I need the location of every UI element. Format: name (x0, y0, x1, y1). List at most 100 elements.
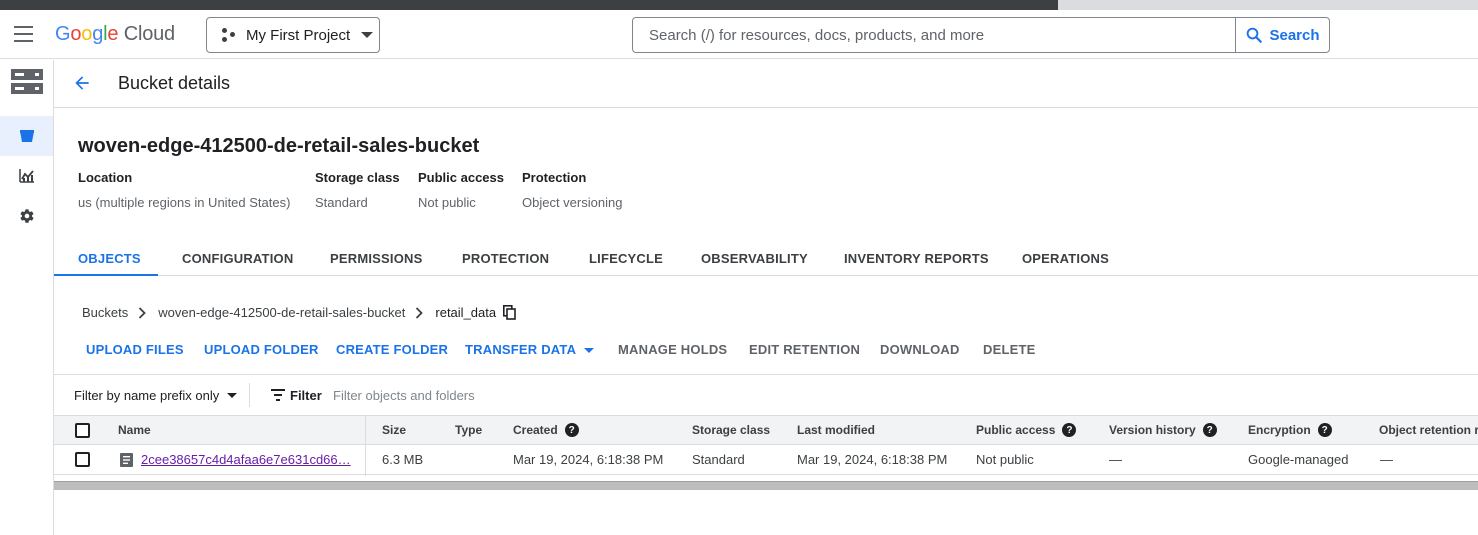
left-nav-rail (0, 60, 54, 535)
help-icon[interactable]: ? (1062, 423, 1077, 437)
col-last-modified[interactable]: Last modified (797, 423, 875, 437)
search-button[interactable]: Search (1235, 18, 1329, 52)
col-version-history[interactable]: Version history? (1109, 423, 1217, 437)
copy-icon[interactable] (503, 305, 516, 320)
help-icon[interactable]: ? (1317, 423, 1332, 437)
file-icon (120, 453, 133, 467)
filter-input[interactable]: Filter objects and folders (333, 388, 475, 403)
cell-size: 6.3 MB (382, 452, 424, 467)
chevron-down-icon (584, 348, 595, 354)
tab-configuration[interactable]: CONFIGURATION (182, 240, 293, 276)
chevron-down-icon (361, 32, 374, 38)
col-encryption[interactable]: Encryption? (1248, 423, 1332, 437)
cell-encryption: Google-managed (1248, 452, 1349, 467)
create-folder-button[interactable]: CREATE FOLDER (336, 342, 448, 357)
meta-value: Not public (418, 195, 476, 210)
project-icon (221, 27, 237, 43)
top-header: Google Cloud My First Project Search (/)… (0, 10, 1478, 59)
col-name[interactable]: Name (118, 423, 151, 437)
bucket-tabs: OBJECTS CONFIGURATION PERMISSIONS PROTEC… (54, 240, 1478, 276)
objects-table-header: Name Size Type Created? Storage class La… (54, 416, 1478, 476)
meta-key: Protection (522, 170, 587, 185)
cell-retention: — (1380, 452, 1393, 467)
download-button[interactable]: DOWNLOAD (880, 342, 960, 357)
browser-top-strip-light (1058, 0, 1478, 10)
logo-cloud-text: Cloud (123, 23, 175, 45)
search-icon (1247, 27, 1263, 43)
table-row: 2cee38657c4d4afaa6e7e631cd66… 6.3 MB Mar… (54, 445, 1478, 475)
chevron-right-icon (416, 306, 424, 319)
bucket-name-heading: woven-edge-412500-de-retail-sales-bucket (78, 135, 480, 157)
tab-operations[interactable]: OPERATIONS (1022, 240, 1109, 276)
search-bar: Search (/) for resources, docs, products… (632, 17, 1330, 53)
object-name-link[interactable]: 2cee38657c4d4afaa6e7e631cd66… (141, 452, 351, 467)
select-all-checkbox[interactable] (75, 423, 90, 438)
help-icon[interactable]: ? (564, 423, 579, 437)
browser-top-strip (0, 0, 1478, 10)
upload-files-button[interactable]: UPLOAD FILES (86, 342, 184, 357)
breadcrumb-buckets[interactable]: Buckets (82, 305, 128, 320)
row-checkbox[interactable] (75, 452, 90, 467)
buckets-nav-icon[interactable] (0, 116, 53, 156)
col-encryption-label: Encryption (1248, 423, 1311, 437)
transfer-data-button[interactable]: TRANSFER DATA (465, 342, 595, 357)
breadcrumb-bucket[interactable]: woven-edge-412500-de-retail-sales-bucket (158, 305, 405, 320)
main-menu-icon[interactable] (14, 26, 34, 42)
col-type[interactable]: Type (455, 423, 482, 437)
col-created-label: Created (513, 423, 558, 437)
breadcrumb: Buckets woven-edge-412500-de-retail-sale… (82, 305, 516, 320)
page-title: Bucket details (118, 73, 231, 93)
tab-protection[interactable]: PROTECTION (462, 240, 549, 276)
tab-lifecycle[interactable]: LIFECYCLE (589, 240, 663, 276)
col-object-retention[interactable]: Object retention re (1379, 423, 1478, 437)
meta-value: us (multiple regions in United States) (78, 195, 291, 210)
meta-public-access: Public access Not public (418, 170, 504, 210)
filter-mode-select[interactable]: Filter by name prefix only (74, 388, 238, 403)
chevron-right-icon (139, 306, 147, 319)
meta-value: Standard (315, 195, 368, 210)
monitoring-nav-icon[interactable] (0, 156, 53, 196)
cell-created: Mar 19, 2024, 6:18:38 PM (513, 452, 664, 467)
filter-icon (271, 389, 285, 401)
settings-gear-icon[interactable] (0, 196, 53, 236)
filter-mode-label: Filter by name prefix only (74, 388, 220, 403)
search-input[interactable]: Search (/) for resources, docs, products… (633, 18, 1235, 52)
horizontal-scrollbar[interactable] (54, 481, 1478, 490)
col-public-access[interactable]: Public access? (976, 423, 1077, 437)
tab-observability[interactable]: OBSERVABILITY (701, 240, 808, 276)
breadcrumb-current: retail_data (435, 305, 497, 320)
project-name: My First Project (246, 26, 351, 44)
google-cloud-logo[interactable]: Google Cloud (55, 23, 175, 46)
col-version-history-label: Version history (1109, 423, 1196, 437)
meta-key: Location (78, 170, 133, 185)
meta-value: Object versioning (522, 195, 623, 210)
storage-product-icon[interactable] (0, 62, 53, 102)
delete-button[interactable]: DELETE (983, 342, 1035, 357)
filter-divider (249, 383, 250, 407)
tab-objects[interactable]: OBJECTS (54, 240, 158, 276)
cell-storage-class: Standard (692, 452, 745, 467)
col-storage-class[interactable]: Storage class (692, 423, 770, 437)
tab-inventory-reports[interactable]: INVENTORY REPORTS (844, 240, 989, 276)
edit-retention-button[interactable]: EDIT RETENTION (749, 342, 860, 357)
upload-folder-button[interactable]: UPLOAD FOLDER (204, 342, 319, 357)
help-icon[interactable]: ? (1202, 423, 1217, 437)
meta-key: Storage class (315, 170, 400, 185)
project-picker[interactable]: My First Project (206, 17, 380, 53)
meta-location: Location us (multiple regions in United … (78, 170, 290, 210)
transfer-data-label: TRANSFER DATA (465, 342, 577, 357)
col-public-access-label: Public access (976, 423, 1056, 437)
filter-bar: Filter by name prefix only Filter Filter… (54, 374, 1478, 416)
meta-protection: Protection Object versioning (522, 170, 622, 210)
search-button-label: Search (1269, 26, 1320, 44)
page-subheader: Bucket details (54, 60, 1478, 108)
meta-storage-class: Storage class Standard (315, 170, 400, 210)
col-created[interactable]: Created? (513, 423, 579, 437)
cell-last-modified: Mar 19, 2024, 6:18:38 PM (797, 452, 948, 467)
back-arrow-icon[interactable] (72, 73, 92, 93)
col-size[interactable]: Size (382, 423, 406, 437)
tab-permissions[interactable]: PERMISSIONS (330, 240, 423, 276)
manage-holds-button[interactable]: MANAGE HOLDS (618, 342, 727, 357)
meta-key: Public access (418, 170, 504, 185)
cell-version-history: — (1109, 452, 1122, 467)
